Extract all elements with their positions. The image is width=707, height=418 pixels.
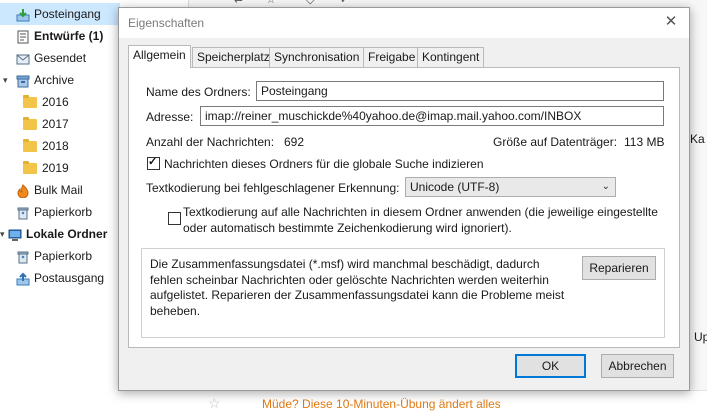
folder-name-label: Name des Ordners:	[146, 85, 251, 99]
tree-item-label: Archive	[34, 73, 75, 87]
tree-item-lokale-ordner[interactable]: ▾ Lokale Ordner	[0, 223, 120, 245]
junk-icon	[16, 183, 30, 199]
encoding-select[interactable]: Unicode (UTF-8) ⌄	[405, 177, 616, 197]
index-checkbox-label[interactable]: Nachrichten dieses Ordners für die globa…	[164, 157, 484, 171]
cancel-button[interactable]: Abbrechen	[601, 354, 674, 378]
folder-icon	[23, 139, 37, 152]
tree-item-label: Gesendet	[34, 51, 87, 65]
tab-speicherplatz[interactable]: Speicherplatz	[192, 47, 275, 67]
address-field[interactable]	[200, 106, 664, 126]
star-icon[interactable]: ☆	[266, 0, 276, 6]
tree-item-label: Entwürfe (1)	[34, 29, 104, 43]
inbox-icon	[16, 7, 30, 22]
chevron-down-icon: ⌄	[601, 181, 610, 192]
tag-icon[interactable]: ◇	[306, 0, 314, 6]
tab-synchronisation[interactable]: Synchronisation	[269, 47, 365, 67]
chevron-down-icon[interactable]: ▾	[0, 223, 5, 245]
index-checkbox[interactable]	[147, 155, 160, 170]
dialog-title: Eigenschaften	[128, 16, 205, 30]
tree-item-2019[interactable]: 2019	[0, 157, 120, 179]
tree-item-label: 2017	[42, 117, 69, 131]
tree-item-posteingang[interactable]: Posteingang	[0, 3, 120, 25]
apply-encoding-label[interactable]: Textkodierung auf alle Nachrichten in di…	[183, 205, 658, 219]
folder-name-field[interactable]	[256, 81, 664, 101]
outbox-icon	[16, 271, 30, 286]
trash-icon	[16, 249, 30, 264]
local-folders-icon	[8, 227, 22, 241]
tree-item-label: Posteingang	[34, 7, 101, 21]
tree-item-label: Bulk Mail	[34, 183, 83, 197]
tree-item-label: Lokale Ordner	[26, 227, 108, 241]
tab-kontingent[interactable]: Kontingent	[417, 47, 485, 67]
repair-group: Die Zusammenfassungsdatei (*.msf) wird m…	[141, 248, 665, 338]
chevron-down-icon[interactable]: ▾	[3, 69, 8, 91]
tree-item-2016[interactable]: 2016	[0, 91, 120, 113]
drafts-icon	[16, 29, 30, 44]
tree-item-label: Papierkorb	[34, 205, 93, 219]
edge-text: Up	[694, 330, 707, 344]
properties-dialog: Eigenschaften ✕ Allgemein Speicherplatz …	[118, 7, 690, 391]
tree-item-label: 2019	[42, 161, 69, 175]
tree-item-papierkorb-local[interactable]: Papierkorb	[0, 245, 120, 267]
folder-icon	[23, 95, 37, 108]
address-label: Adresse:	[146, 110, 194, 124]
tree-item-archive[interactable]: ▾ Archive	[0, 69, 120, 91]
message-subject: Müde? Diese 10-Minuten-Übung ändert alle…	[262, 397, 501, 411]
disk-size-label: Größe auf Datenträger:	[493, 135, 618, 149]
message-count-label: Anzahl der Nachrichten:	[146, 135, 275, 149]
encoding-select-value: Unicode (UTF-8)	[410, 180, 500, 194]
tree-item-papierkorb[interactable]: Papierkorb	[0, 201, 120, 223]
tree-item-bulk-mail[interactable]: Bulk Mail	[0, 179, 120, 201]
message-count-value: 692	[284, 135, 305, 149]
trash-icon	[16, 205, 30, 220]
tree-item-2018[interactable]: 2018	[0, 135, 120, 157]
message-row[interactable]: ☆ Müde? Diese 10-Minuten-Übung ändert al…	[188, 390, 707, 418]
archive-icon	[16, 73, 30, 88]
star-icon[interactable]: ☆	[208, 395, 221, 412]
tree-item-label: Papierkorb	[34, 249, 93, 263]
repair-info-text: Die Zusammenfassungsdatei (*.msf) wird m…	[150, 257, 565, 318]
tree-item-2017[interactable]: 2017	[0, 113, 120, 135]
disk-size-value: 113 MB	[624, 135, 665, 149]
tab-freigabe[interactable]: Freigabe	[363, 47, 421, 67]
sent-icon	[16, 51, 30, 65]
tree-item-postausgang[interactable]: Postausgang	[0, 267, 120, 289]
tree-item-label: 2016	[42, 95, 69, 109]
folder-icon	[23, 161, 37, 174]
close-icon[interactable]: ✕	[661, 12, 681, 32]
tree-item-label: 2018	[42, 139, 69, 153]
edge-text: Ka	[690, 132, 705, 146]
apply-encoding-checkbox[interactable]	[168, 212, 181, 225]
flag-icon[interactable]: ✓	[340, 0, 349, 6]
encoding-label: Textkodierung bei fehlgeschlagener Erken…	[146, 181, 400, 195]
dialog-titlebar[interactable]: Eigenschaften ✕	[119, 8, 689, 38]
tree-item-entwuerfe[interactable]: Entwürfe (1)	[0, 25, 120, 47]
repair-button[interactable]: Reparieren	[582, 256, 656, 280]
folder-icon	[23, 117, 37, 130]
ok-button[interactable]: OK	[515, 354, 586, 378]
apply-encoding-label-cont[interactable]: oder automatisch bestimmte Zeichenkodier…	[183, 221, 512, 235]
tab-panel-allgemein: Name des Ordners: Adresse: Anzahl der Na…	[128, 67, 680, 348]
tree-item-label: Postausgang	[34, 271, 105, 285]
tree-item-gesendet[interactable]: Gesendet	[0, 47, 120, 69]
tab-allgemein[interactable]: Allgemein	[128, 45, 191, 68]
reply-icon[interactable]: ↩	[234, 0, 243, 7]
